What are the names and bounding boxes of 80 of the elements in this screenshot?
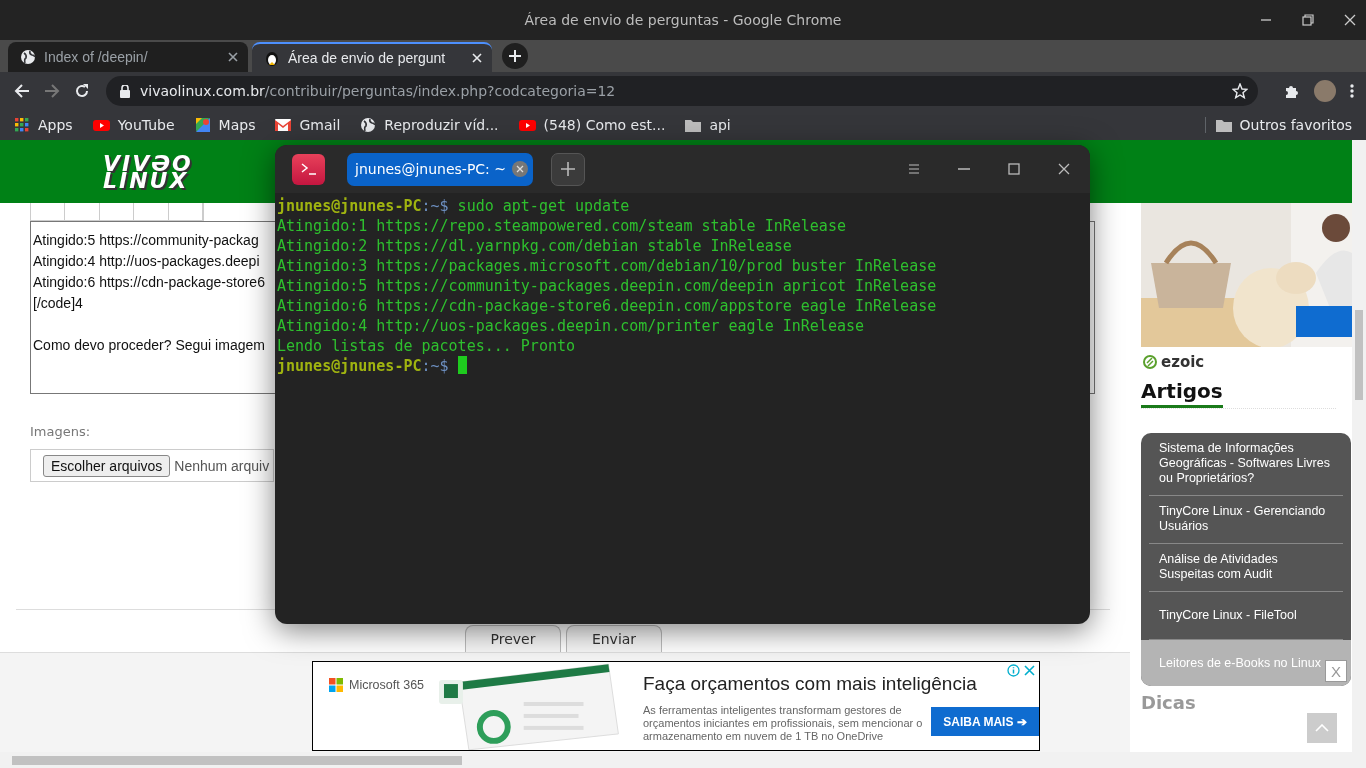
penguin-icon (264, 50, 280, 66)
site-logo[interactable]: VIVƏO LINUX (103, 154, 193, 189)
close-icon[interactable] (1058, 163, 1070, 175)
field-label: Imagens: (30, 424, 92, 439)
play-icon (92, 118, 110, 132)
reload-icon[interactable] (74, 83, 90, 99)
plus-icon (509, 50, 521, 62)
chevron-up-icon (1315, 724, 1329, 732)
prompt-icon (300, 163, 317, 175)
bookmark[interactable]: Reproduzir víd... (360, 117, 499, 133)
address-bar[interactable]: vivaolinux.com.br/contribuir/perguntas/index.php?codcategoria=12 (106, 76, 1258, 106)
close-icon[interactable] (228, 52, 238, 62)
terminal-line: jnunes@jnunes-PC:~$ sudo apt-get update (277, 196, 631, 216)
new-tab-button[interactable] (502, 43, 528, 69)
lock-icon (120, 84, 130, 98)
terminal-line: jnunes@jnunes-PC:~$ (277, 356, 1090, 376)
close-icon[interactable] (512, 161, 528, 177)
avatar[interactable] (1314, 80, 1336, 102)
ezoic-logo[interactable]: ezoic (1143, 353, 1352, 371)
vertical-scrollbar[interactable] (1352, 140, 1366, 752)
terminal-line: Lendo listas de pacotes... Pronto (277, 336, 576, 356)
maximize-icon[interactable] (1008, 163, 1020, 175)
map-icon (194, 117, 211, 133)
menu-icon[interactable] (908, 163, 920, 175)
bookmark[interactable]: Maps (194, 117, 256, 133)
terminal-line: Atingido:4 http://uos-packages.deepin.com/printer eagle InRelease (277, 316, 865, 336)
browser-tab[interactable]: Área de envio de pergunt (252, 42, 492, 72)
advertisement[interactable] (312, 661, 1040, 751)
article-link[interactable]: Sistema de Informações Geográficas - Softwares Livres ou Proprietários? (1149, 433, 1343, 496)
form-button[interactable]: Enviar (566, 625, 662, 652)
globe-icon (360, 117, 377, 133)
play-icon (518, 118, 536, 132)
plus-icon (561, 162, 575, 176)
file-status: Nenhum arquiv (174, 457, 270, 474)
file-field[interactable]: Escolher arquivos Nenhum arquiv (30, 449, 274, 482)
url-text: vivaolinux.com.br/contribuir/perguntas/index.php?codcategoria=12 (140, 83, 617, 99)
star-icon[interactable] (1232, 83, 1248, 99)
envelope-icon (275, 119, 292, 131)
article-link[interactable]: TinyCore Linux - Gerenciando Usuários (1149, 496, 1343, 544)
terminal-tab[interactable]: jnunes@jnunes-PC: ~ (347, 152, 533, 186)
article-link[interactable]: Análise de Atividades Suspeitas com Audit (1149, 544, 1343, 592)
close-icon[interactable] (1344, 14, 1356, 26)
bookmark-folder[interactable]: Outros favoritos (1204, 117, 1352, 133)
section-heading: Artigos (1141, 379, 1223, 408)
terminal-line: Atingido:5 https://community-packages.deepin.com/deepin apricot InRelease (277, 276, 938, 296)
bookmark[interactable]: YouTube (92, 117, 175, 133)
more-menu-icon[interactable] (1350, 83, 1354, 99)
window-title: Área de envio de perguntas - Google Chrome (523, 12, 843, 28)
globe-icon (20, 49, 36, 65)
tab-title: Index of /deepin/ (44, 49, 149, 65)
ad-headline: Faça orçamentos com mais inteligência (643, 672, 977, 696)
restore-icon[interactable] (1302, 14, 1314, 26)
folder-icon (1215, 118, 1232, 132)
bookmark[interactable]: Apps (14, 117, 73, 133)
folder-icon (685, 118, 702, 132)
bookmark[interactable]: (548) Como est... (518, 117, 666, 133)
apps-grid-icon (14, 117, 30, 133)
ad-brand: Microsoft 365 (313, 662, 439, 750)
terminal-line: Atingido:1 https://repo.steampowered.com/steam stable InRelease (277, 216, 847, 236)
bookmark[interactable]: api (685, 117, 731, 133)
terminal-line: Atingido:2 https://dl.yarnpkg.com/debian stable InRelease (277, 236, 793, 256)
form-button[interactable]: Prever (465, 625, 561, 652)
choose-files-button[interactable]: Escolher arquivos (43, 454, 171, 477)
terminal-line: Atingido:3 https://packages.microsoft.com/debian/10/prod buster InRelease (277, 256, 938, 276)
section-heading: Dicas (1141, 692, 1197, 713)
info-icon[interactable] (1007, 664, 1020, 677)
bookmark[interactable]: Gmail (275, 117, 341, 133)
tab-title: Área de envio de pergunt (288, 50, 447, 66)
horizontal-scrollbar[interactable] (0, 752, 1366, 768)
cta-button[interactable]: SAIBA MAIS ➔ (931, 707, 1039, 736)
circle-logo-icon (1143, 355, 1157, 369)
puzzle-piece-icon[interactable] (1284, 83, 1300, 99)
windows-logo-icon (329, 678, 343, 692)
ad-text: As ferramentas inteligentes transformam gestores de orçamentos iniciantes em profissionais, sem mencionar o armazenamento em nuvem de 1 TB no OneDrive (643, 704, 924, 743)
back-arrow-icon[interactable] (14, 83, 30, 99)
new-tab-button[interactable] (551, 152, 585, 186)
terminal-app-icon[interactable] (292, 153, 325, 185)
forward-arrow-icon (44, 83, 60, 99)
browser-tab[interactable]: Index of /deepin/ (8, 42, 248, 72)
terminal-line: Atingido:6 https://cdn-package-store6.deepin.com/appstore eagle InRelease (277, 296, 938, 316)
